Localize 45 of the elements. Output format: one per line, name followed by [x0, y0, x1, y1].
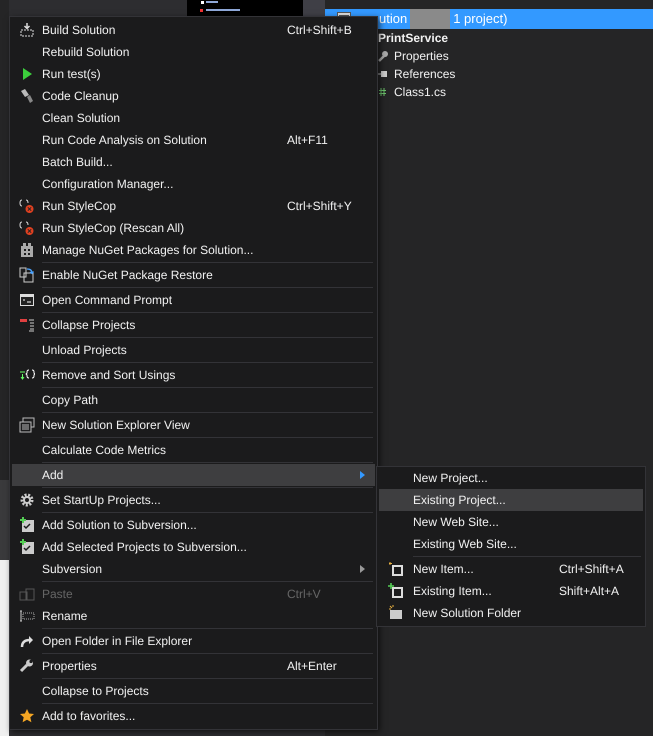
menu-item-label: Run StyleCop (Rescan All) [42, 220, 186, 237]
menu-item-label: Set StartUp Projects... [42, 492, 162, 509]
menu-item-label: Clean Solution [42, 110, 122, 127]
menu-item-label: New Solution Explorer View [42, 417, 191, 434]
menu-item-label: New Web Site... [413, 514, 500, 531]
menu-item-label: Existing Web Site... [413, 536, 518, 553]
menu-item-label: Add Selected Projects to Subversion... [42, 539, 248, 556]
menu-item-label: Batch Build... [42, 154, 114, 171]
menu-item-label: New Project... [413, 470, 489, 487]
menu-item-label: Existing Project... [413, 492, 507, 509]
menu-item-label: Rename [42, 608, 88, 625]
menu-item-label: Enable NuGet Package Restore [42, 267, 214, 284]
menu-item-label: Add Solution to Subversion... [42, 517, 198, 534]
shortcut-label: Alt+F11 [287, 132, 328, 149]
menu-item-label: Remove and Sort Usings [42, 367, 176, 384]
solution-name: ution [379, 10, 408, 28]
menu-item-label: Subversion [42, 561, 104, 578]
menu-item-label: Collapse Projects [42, 317, 136, 334]
shortcut-label: Ctrl+V [287, 586, 321, 603]
menu-item-label: Code Cleanup [42, 88, 120, 105]
menu-item-label: Run test(s) [42, 66, 102, 83]
menu-item-label: Existing Item... [413, 583, 493, 600]
menu-item-label: Open Command Prompt [42, 292, 174, 309]
menu-item-label: Manage NuGet Packages for Solution... [42, 242, 254, 259]
menu-item-label: Copy Path [42, 392, 100, 409]
menu-item-label: New Solution Folder [413, 605, 522, 622]
menu-item-label: Add to favorites... [42, 708, 136, 725]
menu-item-label: Collapse to Projects [42, 683, 150, 700]
project-count: 1 project) [453, 10, 508, 28]
menu-item-label: Open Folder in File Explorer [42, 633, 194, 650]
menu-item-label: Run Code Analysis on Solution [42, 132, 208, 149]
menu-item-label: Rebuild Solution [42, 44, 130, 61]
menu-item-label: Paste [42, 586, 74, 603]
menu-item-label: New Item... [413, 561, 475, 578]
shortcut-label: Ctrl+Shift+Y [287, 198, 352, 215]
menu-item-label: Calculate Code Metrics [42, 442, 168, 459]
shortcut-label: Ctrl+Shift+A [559, 561, 624, 578]
menu-item-label: Run StyleCop [42, 198, 118, 215]
shortcut-label: Shift+Alt+A [559, 583, 620, 600]
menu-item-label: Configuration Manager... [42, 176, 174, 193]
menu-item-label: Add [42, 467, 64, 484]
menu-item-label: Unload Projects [42, 342, 128, 359]
menu-item-label: Properties [42, 658, 98, 675]
menu-item-label: Build Solution [42, 22, 116, 39]
shortcut-label: Alt+Enter [287, 658, 337, 675]
